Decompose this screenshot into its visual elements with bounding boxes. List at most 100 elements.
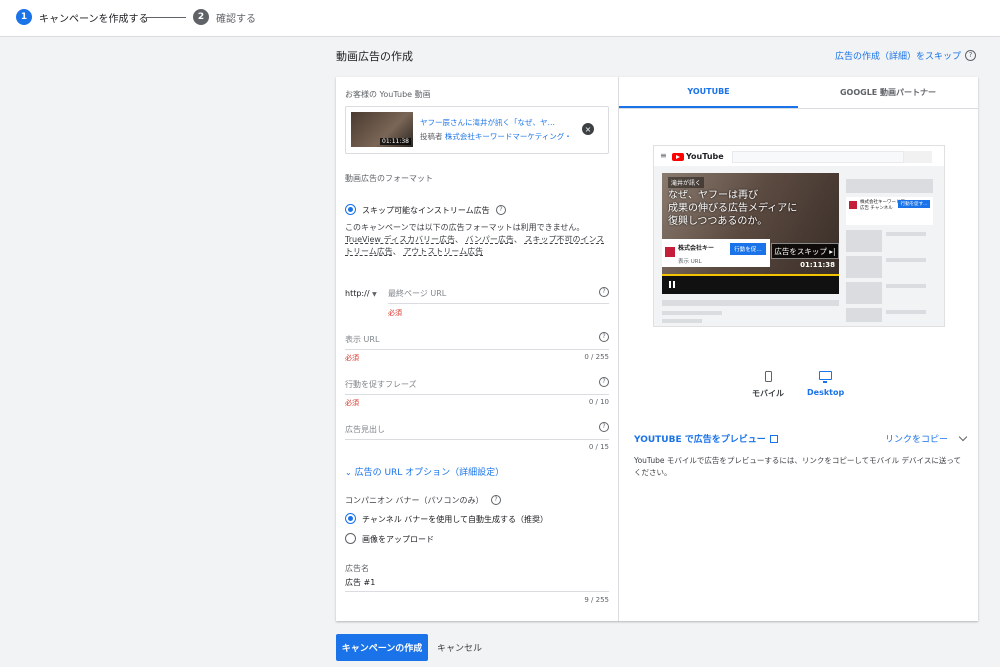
final-url-error: 必須	[388, 309, 402, 317]
final-url-input[interactable]: 最終ページ URL ?	[388, 287, 609, 304]
help-icon[interactable]: ?	[491, 495, 501, 505]
related-thumb	[846, 256, 882, 278]
related-thumb	[846, 230, 882, 252]
protocol-select[interactable]: http:// ▼	[345, 289, 377, 298]
phone-icon	[764, 371, 772, 382]
headline-input[interactable]: 広告見出し ?	[345, 422, 609, 440]
youtube-header: ≡ YouTube	[654, 146, 944, 166]
display-url-input[interactable]: 表示 URL ?	[345, 332, 609, 350]
chevron-down-icon	[958, 432, 968, 442]
companion-banner-label: コンパニオン バナー（パソコンのみ）	[345, 496, 484, 505]
skip-label: 広告をスキップ	[774, 246, 827, 256]
device-mobile-toggle[interactable]: モバイル	[752, 371, 784, 399]
preview-ad-bar: 株式会社キー 表示 URL 行動を促…	[662, 239, 770, 267]
monitor-icon	[819, 371, 833, 383]
channel-logo-icon	[665, 247, 675, 257]
video-title[interactable]: ヤフー辰さんに滝井が訊く「なぜ、ヤ…	[420, 117, 555, 128]
top-stepper: 1 キャンペーンを作成する 2 確認する	[0, 0, 1000, 37]
overlay-line: なぜ、ヤフーは再び	[668, 190, 758, 201]
headline-counter: 0 / 15	[588, 443, 609, 451]
preview-cta-button: 行動を促…	[730, 243, 766, 255]
menu-icon: ≡	[660, 151, 667, 160]
help-icon[interactable]: ?	[599, 377, 609, 387]
help-icon[interactable]: ?	[496, 205, 506, 215]
open-external-icon	[769, 434, 778, 443]
cta-counter: 0 / 10	[588, 398, 609, 406]
preview-pane: YOUTUBE GOOGLE 動画パートナー ≡ YouTube 滝井が訊く な…	[619, 77, 978, 621]
device-desktop-toggle[interactable]: Desktop	[807, 371, 844, 397]
related-thumb	[846, 282, 882, 304]
related-title	[886, 310, 926, 314]
skippable-instream-radio[interactable]	[345, 204, 356, 215]
title-placeholder-bar	[662, 300, 839, 306]
cta-placeholder: 行動を促すフレーズ	[345, 380, 417, 389]
remove-video-icon[interactable]: ×	[582, 123, 594, 135]
skip-next-icon: ▸|	[829, 246, 836, 256]
format-outstream[interactable]: アウトストリーム広告	[403, 247, 483, 256]
channel-logo-icon	[849, 201, 857, 209]
chevron-down-icon: ⌄	[345, 468, 352, 477]
progress-bar	[662, 274, 839, 276]
skippable-instream-label: スキップ可能なインストリーム広告	[362, 206, 490, 215]
copy-link-button[interactable]: リンクをコピー	[885, 432, 968, 445]
tab-youtube[interactable]: YOUTUBE	[619, 77, 798, 108]
cta-error: 必須	[345, 399, 359, 407]
step-review[interactable]: 2 確認する	[193, 9, 256, 25]
step-create-campaign[interactable]: 1 キャンペーンを作成する	[16, 9, 149, 25]
side-cta-button: 行動を促す...	[898, 200, 930, 208]
final-url-placeholder: 最終ページ URL	[388, 289, 447, 298]
skip-detailed-creation-link[interactable]: 広告の作成（詳細）をスキップ ?	[835, 49, 976, 62]
banner-auto-radio[interactable]	[345, 513, 356, 524]
protocol-value: http://	[345, 289, 370, 298]
ad-name-input[interactable]: 広告 #1	[345, 575, 609, 592]
step-number: 2	[193, 9, 209, 25]
help-icon[interactable]: ?	[599, 332, 609, 342]
preview-on-youtube-link[interactable]: YOUTUBE で広告をプレビュー	[634, 432, 778, 445]
video-thumbnail: 01:11:38	[351, 112, 413, 147]
step-label: 確認する	[216, 13, 256, 25]
related-title	[886, 284, 926, 288]
ad-form: お客様の YouTube 動画 01:11:38 ヤフー辰さんに滝井が訊く「なぜ…	[336, 77, 619, 621]
tab-google-video-partners[interactable]: GOOGLE 動画パートナー	[798, 77, 978, 108]
uploader-channel[interactable]: 株式会社キーワードマーケティング・	[445, 132, 572, 141]
skip-link-label: 広告の作成（詳細）をスキップ	[834, 52, 961, 62]
related-title	[886, 232, 926, 236]
dropdown-arrow-icon: ▼	[372, 291, 377, 298]
preview-controls	[662, 274, 839, 294]
selected-video-card[interactable]: 01:11:38 ヤフー辰さんに滝井が訊く「なぜ、ヤ… 投稿者 株式会社キーワー…	[345, 106, 609, 154]
cancel-button[interactable]: キャンセル	[437, 634, 482, 661]
pause-icon	[669, 281, 671, 288]
format-discovery[interactable]: TrueView ディスカバリー広告	[345, 235, 455, 244]
help-icon[interactable]: ?	[599, 422, 609, 432]
sidebar-placeholder	[846, 179, 933, 193]
format-bumper[interactable]: バンパー広告	[466, 235, 514, 244]
youtube-search-button	[904, 151, 932, 163]
video-duration: 01:11:38	[380, 138, 411, 145]
overlay-line: 復興しつつあるのか。	[668, 216, 768, 227]
format-label: 動画広告のフォーマット	[345, 174, 433, 183]
related-thumb	[846, 308, 882, 322]
ad-creation-panel: お客様の YouTube 動画 01:11:38 ヤフー辰さんに滝井が訊く「なぜ…	[336, 77, 978, 621]
preview-skip-ad: 広告をスキップ ▸|	[771, 243, 839, 259]
companion-banner-preview: 株式会社キーワードマー 広告 チャンネル 行動を促す...	[846, 197, 933, 225]
banner-upload-label: 画像をアップロード	[362, 535, 434, 544]
youtube-play-icon	[672, 152, 684, 161]
help-icon[interactable]: ?	[965, 50, 976, 61]
help-icon[interactable]: ?	[599, 287, 609, 297]
headline-placeholder: 広告見出し	[345, 425, 385, 434]
step-connector	[146, 17, 186, 18]
preview-tabs: YOUTUBE GOOGLE 動画パートナー	[619, 77, 978, 109]
preview-ad-channel: 株式会社キー	[678, 245, 715, 252]
cta-input[interactable]: 行動を促すフレーズ ?	[345, 377, 609, 395]
url-options-toggle[interactable]: ⌄ 広告の URL オプション（詳細設定）	[345, 465, 504, 478]
related-title	[886, 258, 926, 262]
banner-upload-radio[interactable]	[345, 533, 356, 544]
display-url-counter: 0 / 255	[584, 353, 609, 361]
preview-note: YouTube モバイルで広告をプレビューするには、リンクをコピーしてモバイル …	[634, 456, 961, 477]
step-label: キャンペーンを作成する	[39, 13, 149, 25]
display-url-placeholder: 表示 URL	[345, 335, 380, 344]
format-unavailable-note: このキャンペーンでは以下の広告フォーマットは利用できません。 TrueView …	[345, 223, 605, 256]
video-section-label: お客様の YouTube 動画	[345, 90, 431, 99]
youtube-wordmark: YouTube	[686, 152, 724, 161]
create-campaign-button[interactable]: キャンペーンの作成	[336, 634, 428, 661]
